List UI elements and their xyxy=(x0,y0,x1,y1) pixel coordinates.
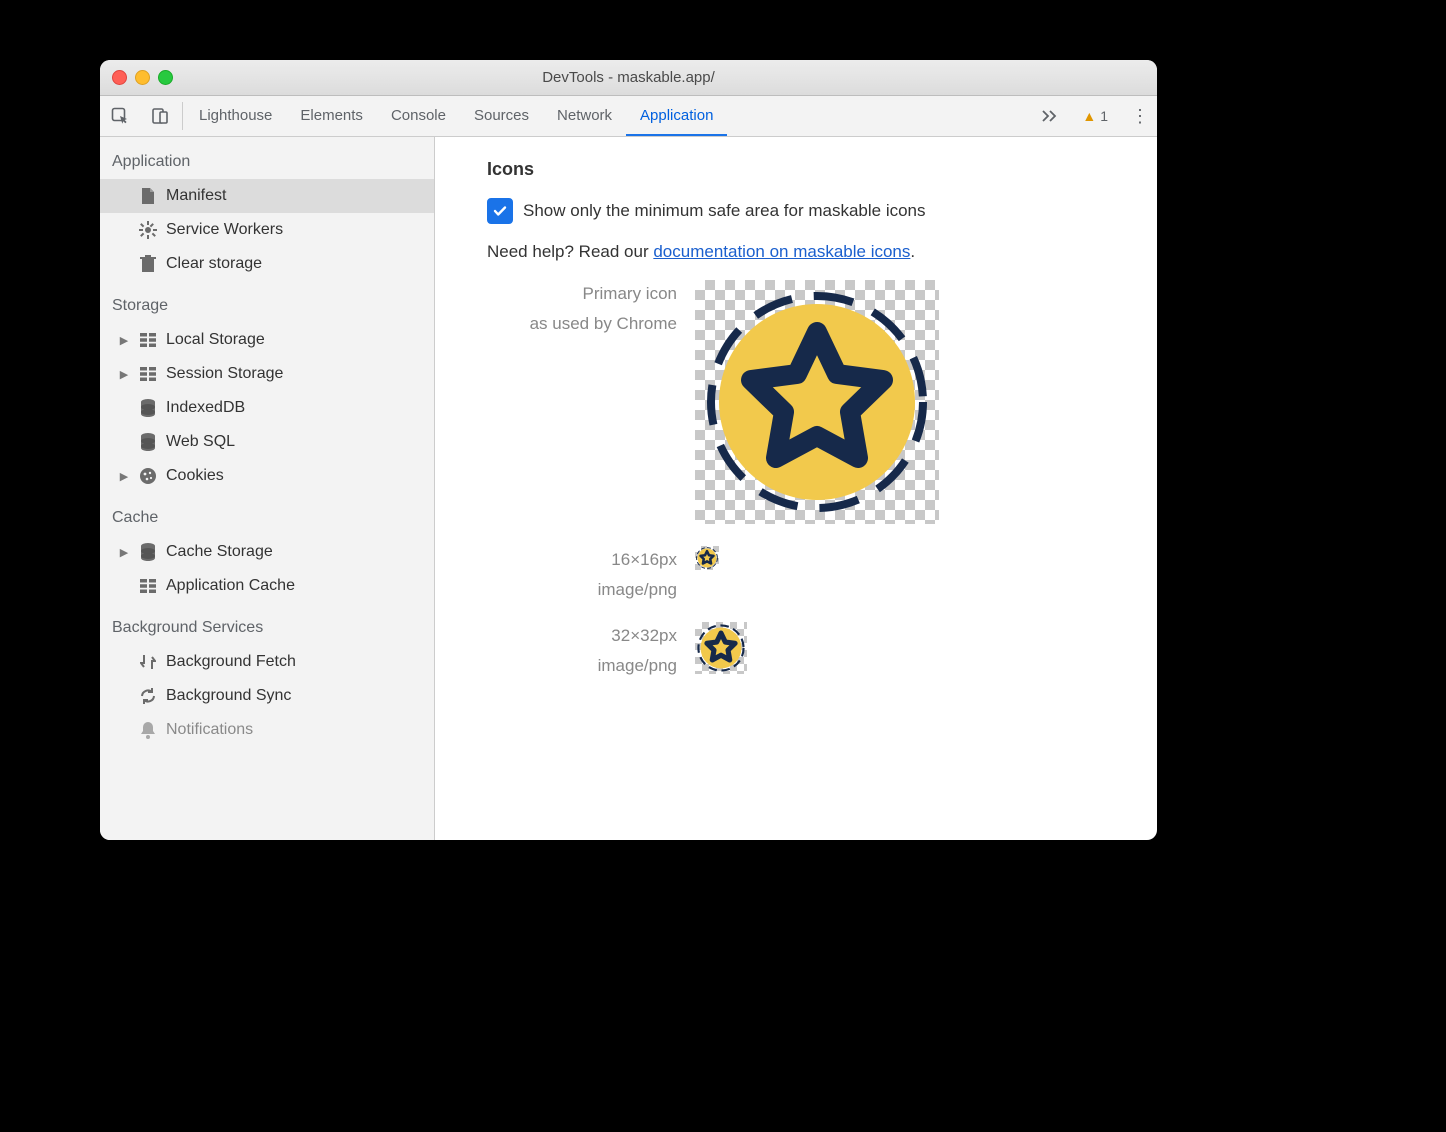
devtools-window: DevTools - maskable.app/ Lighthouse Elem… xyxy=(100,60,1157,840)
sidebar-item-label: Manifest xyxy=(166,187,226,205)
file-icon xyxy=(138,187,158,205)
window-title: DevTools - maskable.app/ xyxy=(100,69,1157,86)
database-icon xyxy=(138,543,158,561)
documentation-link[interactable]: documentation on maskable icons xyxy=(653,242,910,261)
icon-size-label: 32×32px xyxy=(487,626,677,646)
icon-preview-32 xyxy=(695,622,747,674)
more-tabs-button[interactable] xyxy=(1033,109,1067,123)
safe-area-checkbox-label: Show only the minimum safe area for mask… xyxy=(523,201,926,221)
tab-elements[interactable]: Elements xyxy=(286,96,377,136)
sidebar-item-websql[interactable]: ▸ Web SQL xyxy=(100,425,434,459)
sidebar-item-label: Session Storage xyxy=(166,365,283,383)
primary-icon-label-2: as used by Chrome xyxy=(487,314,677,334)
sidebar-item-label: Background Sync xyxy=(166,687,291,705)
tab-application[interactable]: Application xyxy=(626,96,727,136)
sidebar-item-indexeddb[interactable]: ▸ IndexedDB xyxy=(100,391,434,425)
sidebar-item-label: Service Workers xyxy=(166,221,283,239)
gear-icon xyxy=(138,221,158,239)
panel-tabs: Lighthouse Elements Console Sources Netw… xyxy=(185,96,727,136)
icon-preview-16 xyxy=(695,546,719,570)
fetch-icon xyxy=(138,653,158,671)
tab-sources[interactable]: Sources xyxy=(460,96,543,136)
sidebar-item-cache-storage[interactable]: ▶ Cache Storage xyxy=(100,535,434,569)
sidebar-item-session-storage[interactable]: ▶ Session Storage xyxy=(100,357,434,391)
sidebar-item-label: Clear storage xyxy=(166,255,262,273)
icon-mime-label: image/png xyxy=(487,580,677,600)
icons-heading: Icons xyxy=(487,159,1157,180)
sidebar-item-manifest[interactable]: ▸ Manifest xyxy=(100,179,434,213)
sidebar-item-label: Background Fetch xyxy=(166,653,296,671)
database-icon xyxy=(138,433,158,451)
sidebar-group-cache: Cache xyxy=(100,493,434,535)
sidebar-item-local-storage[interactable]: ▶ Local Storage xyxy=(100,323,434,357)
database-icon xyxy=(138,399,158,417)
grid-icon xyxy=(138,333,158,347)
grid-icon xyxy=(138,367,158,381)
sidebar-item-service-workers[interactable]: ▸ Service Workers xyxy=(100,213,434,247)
tab-network[interactable]: Network xyxy=(543,96,626,136)
cookie-icon xyxy=(138,467,158,485)
settings-menu-button[interactable]: ⋮ xyxy=(1123,107,1157,125)
safe-area-checkbox[interactable] xyxy=(487,198,513,224)
sidebar-group-storage: Storage xyxy=(100,281,434,323)
inspect-element-button[interactable] xyxy=(100,96,140,136)
expand-arrow-icon: ▶ xyxy=(118,470,130,483)
warnings-badge[interactable]: ▲ 1 xyxy=(1072,108,1118,124)
primary-icon-preview xyxy=(695,280,939,524)
primary-icon-row: Primary icon as used by Chrome xyxy=(487,280,1157,524)
sidebar-item-application-cache[interactable]: ▸ Application Cache xyxy=(100,569,434,603)
sidebar-group-background-services: Background Services xyxy=(100,603,434,645)
sidebar-item-notifications[interactable]: ▸ Notifications xyxy=(100,713,434,747)
warning-count: 1 xyxy=(1100,108,1108,124)
sidebar-item-label: Cache Storage xyxy=(166,543,273,561)
devtools-toolbar: Lighthouse Elements Console Sources Netw… xyxy=(100,96,1157,137)
bell-icon xyxy=(138,721,158,739)
help-text: Need help? Read our documentation on mas… xyxy=(487,242,1157,262)
sync-icon xyxy=(138,687,158,705)
sidebar-item-label: Cookies xyxy=(166,467,224,485)
icon-row-16: 16×16px image/png xyxy=(487,546,1157,600)
sidebar-item-label: Web SQL xyxy=(166,433,235,451)
application-sidebar: Application ▸ Manifest ▸ Service Workers… xyxy=(100,137,435,840)
sidebar-item-label: IndexedDB xyxy=(166,399,245,417)
icon-size-label: 16×16px xyxy=(487,550,677,570)
primary-icon-label-1: Primary icon xyxy=(487,284,677,304)
trash-icon xyxy=(138,255,158,273)
grid-icon xyxy=(138,579,158,593)
sidebar-item-background-fetch[interactable]: ▸ Background Fetch xyxy=(100,645,434,679)
sidebar-item-background-sync[interactable]: ▸ Background Sync xyxy=(100,679,434,713)
sidebar-item-clear-storage[interactable]: ▸ Clear storage xyxy=(100,247,434,281)
icon-mime-label: image/png xyxy=(487,656,677,676)
expand-arrow-icon: ▶ xyxy=(118,334,130,347)
manifest-panel: Icons Show only the minimum safe area fo… xyxy=(435,137,1157,840)
expand-arrow-icon: ▶ xyxy=(118,546,130,559)
sidebar-item-label: Local Storage xyxy=(166,331,265,349)
sidebar-group-application: Application xyxy=(100,137,434,179)
toolbar-separator xyxy=(182,102,183,130)
tab-lighthouse[interactable]: Lighthouse xyxy=(185,96,286,136)
check-icon xyxy=(493,204,507,218)
sidebar-item-label: Notifications xyxy=(166,721,253,739)
warning-icon: ▲ xyxy=(1082,108,1096,124)
icon-row-32: 32×32px image/png xyxy=(487,622,1157,676)
expand-arrow-icon: ▶ xyxy=(118,368,130,381)
sidebar-item-label: Application Cache xyxy=(166,577,295,595)
device-toolbar-button[interactable] xyxy=(140,96,180,136)
sidebar-item-cookies[interactable]: ▶ Cookies xyxy=(100,459,434,493)
tab-console[interactable]: Console xyxy=(377,96,460,136)
titlebar: DevTools - maskable.app/ xyxy=(100,60,1157,96)
